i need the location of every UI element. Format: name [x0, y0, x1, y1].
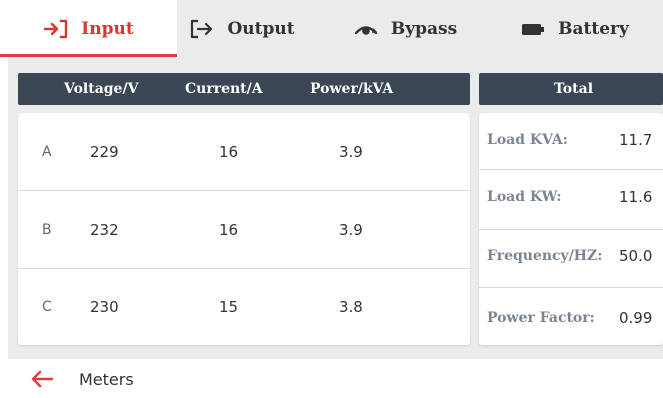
phase-label: B [42, 222, 52, 238]
login-icon [44, 19, 68, 38]
power-factor-label: Power Factor: [487, 310, 595, 326]
total-row-load-kw: Load KW: 11.6 [479, 170, 663, 229]
phase-label: A [42, 144, 52, 160]
tab-battery-label: Battery [558, 18, 629, 39]
header-current: Current/A [185, 81, 263, 97]
page-title: Meters [79, 370, 134, 389]
bypass-icon [354, 25, 378, 35]
phase-table: A 229 16 3.9 B 232 16 3.9 C 230 15 3.8 [18, 113, 470, 345]
voltage-value: 232 [90, 221, 119, 239]
tab-output-label: Output [227, 18, 295, 39]
meters-panel: Voltage/V Current/A Power/kVA Total A 22… [8, 57, 663, 359]
table-row: A 229 16 3.9 [18, 113, 470, 190]
total-row-power-factor: Power Factor: 0.99 [479, 288, 663, 345]
load-kva-value: 11.7 [619, 131, 653, 149]
current-value: 15 [219, 298, 239, 316]
total-header: Total [479, 73, 663, 105]
phase-label: C [42, 299, 52, 315]
table-row: B 232 16 3.9 [18, 191, 470, 268]
tab-battery[interactable]: Battery [502, 0, 647, 57]
header-power: Power/kVA [310, 81, 394, 97]
voltage-value: 229 [90, 143, 119, 161]
power-value: 3.9 [339, 221, 363, 239]
load-kva-label: Load KVA: [487, 132, 568, 148]
phase-table-header: Voltage/V Current/A Power/kVA [18, 73, 470, 105]
logout-icon [191, 19, 213, 38]
tab-bypass-label: Bypass [390, 18, 458, 39]
total-row-frequency: Frequency/HZ: 50.0 [479, 230, 663, 287]
tab-bar: Input Output Bypass Battery [0, 0, 663, 57]
power-value: 3.9 [339, 143, 363, 161]
tab-input[interactable]: Input [0, 0, 177, 57]
power-value: 3.8 [339, 298, 363, 316]
current-value: 16 [219, 221, 239, 239]
tab-output[interactable]: Output [177, 0, 307, 57]
back-arrow-icon[interactable] [30, 369, 54, 389]
load-kw-label: Load KW: [487, 189, 562, 205]
table-row: C 230 15 3.8 [18, 269, 470, 345]
battery-icon [522, 23, 545, 35]
total-header-label: Total [554, 81, 594, 97]
voltage-value: 230 [90, 298, 119, 316]
frequency-value: 50.0 [619, 247, 653, 265]
frequency-label: Frequency/HZ: [487, 248, 603, 264]
footer-bar: Meters [0, 359, 663, 398]
total-card: Load KVA: 11.7 Load KW: 11.6 Frequency/H… [479, 113, 663, 345]
power-factor-value: 0.99 [619, 309, 653, 327]
tab-bypass[interactable]: Bypass [330, 0, 480, 57]
tab-input-label: Input [81, 18, 134, 39]
current-value: 16 [219, 143, 239, 161]
load-kw-value: 11.6 [619, 188, 653, 206]
total-row-load-kva: Load KVA: 11.7 [479, 113, 663, 169]
header-voltage: Voltage/V [64, 81, 139, 97]
